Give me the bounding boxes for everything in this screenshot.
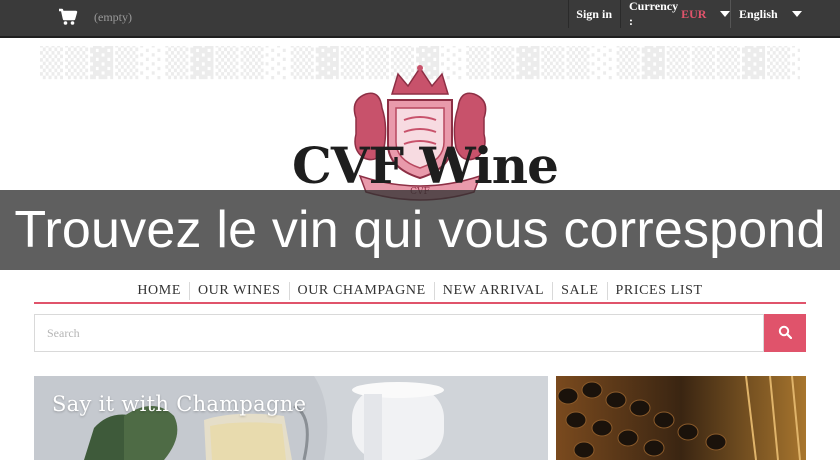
nav-item-our-champagne[interactable]: OUR CHAMPAGNE: [288, 282, 434, 300]
caption-overlay: Trouvez le vin qui vous correspond: [0, 190, 840, 270]
language-selector[interactable]: English: [730, 0, 840, 28]
nav-item-sale[interactable]: SALE: [552, 282, 606, 300]
shopping-cart-icon[interactable]: [58, 8, 78, 26]
top-links: Sign in Currency : EUR English: [568, 0, 840, 30]
sign-in-link[interactable]: Sign in: [568, 0, 620, 28]
logo-wordmark[interactable]: CVF Wine: [280, 136, 570, 195]
top-bar: (empty) Sign in Currency : EUR English: [0, 0, 840, 38]
currency-value: EUR: [681, 6, 707, 21]
banner-title: Say it with Champagne: [52, 392, 307, 416]
champagne-banner-image: [34, 376, 548, 460]
search-input[interactable]: [34, 314, 764, 352]
chevron-down-icon: [791, 11, 802, 17]
nav-item-our-wines[interactable]: OUR WINES: [188, 282, 289, 300]
search-icon: [778, 325, 793, 342]
cart-block[interactable]: (empty): [58, 5, 132, 29]
nav-item-home[interactable]: HOME: [129, 282, 189, 300]
language-value: English: [739, 6, 778, 21]
currency-label: Currency :: [629, 0, 679, 28]
currency-selector[interactable]: Currency : EUR: [620, 0, 731, 28]
nav-item-new-arrival[interactable]: NEW ARRIVAL: [433, 282, 552, 300]
caption-text: Trouvez le vin qui vous correspond: [14, 201, 826, 259]
champagne-banner[interactable]: Say it with Champagne: [34, 376, 548, 460]
chevron-down-icon: [720, 11, 731, 17]
cart-status: (empty): [94, 9, 132, 24]
nav-item-prices-list[interactable]: PRICES LIST: [606, 282, 711, 300]
wine-cellar-image: [556, 376, 806, 460]
search-bar: [34, 314, 806, 352]
search-button[interactable]: [764, 314, 806, 352]
main-nav: HOME OUR WINES OUR CHAMPAGNE NEW ARRIVAL…: [34, 280, 806, 304]
wine-cellar-banner[interactable]: [556, 376, 806, 460]
